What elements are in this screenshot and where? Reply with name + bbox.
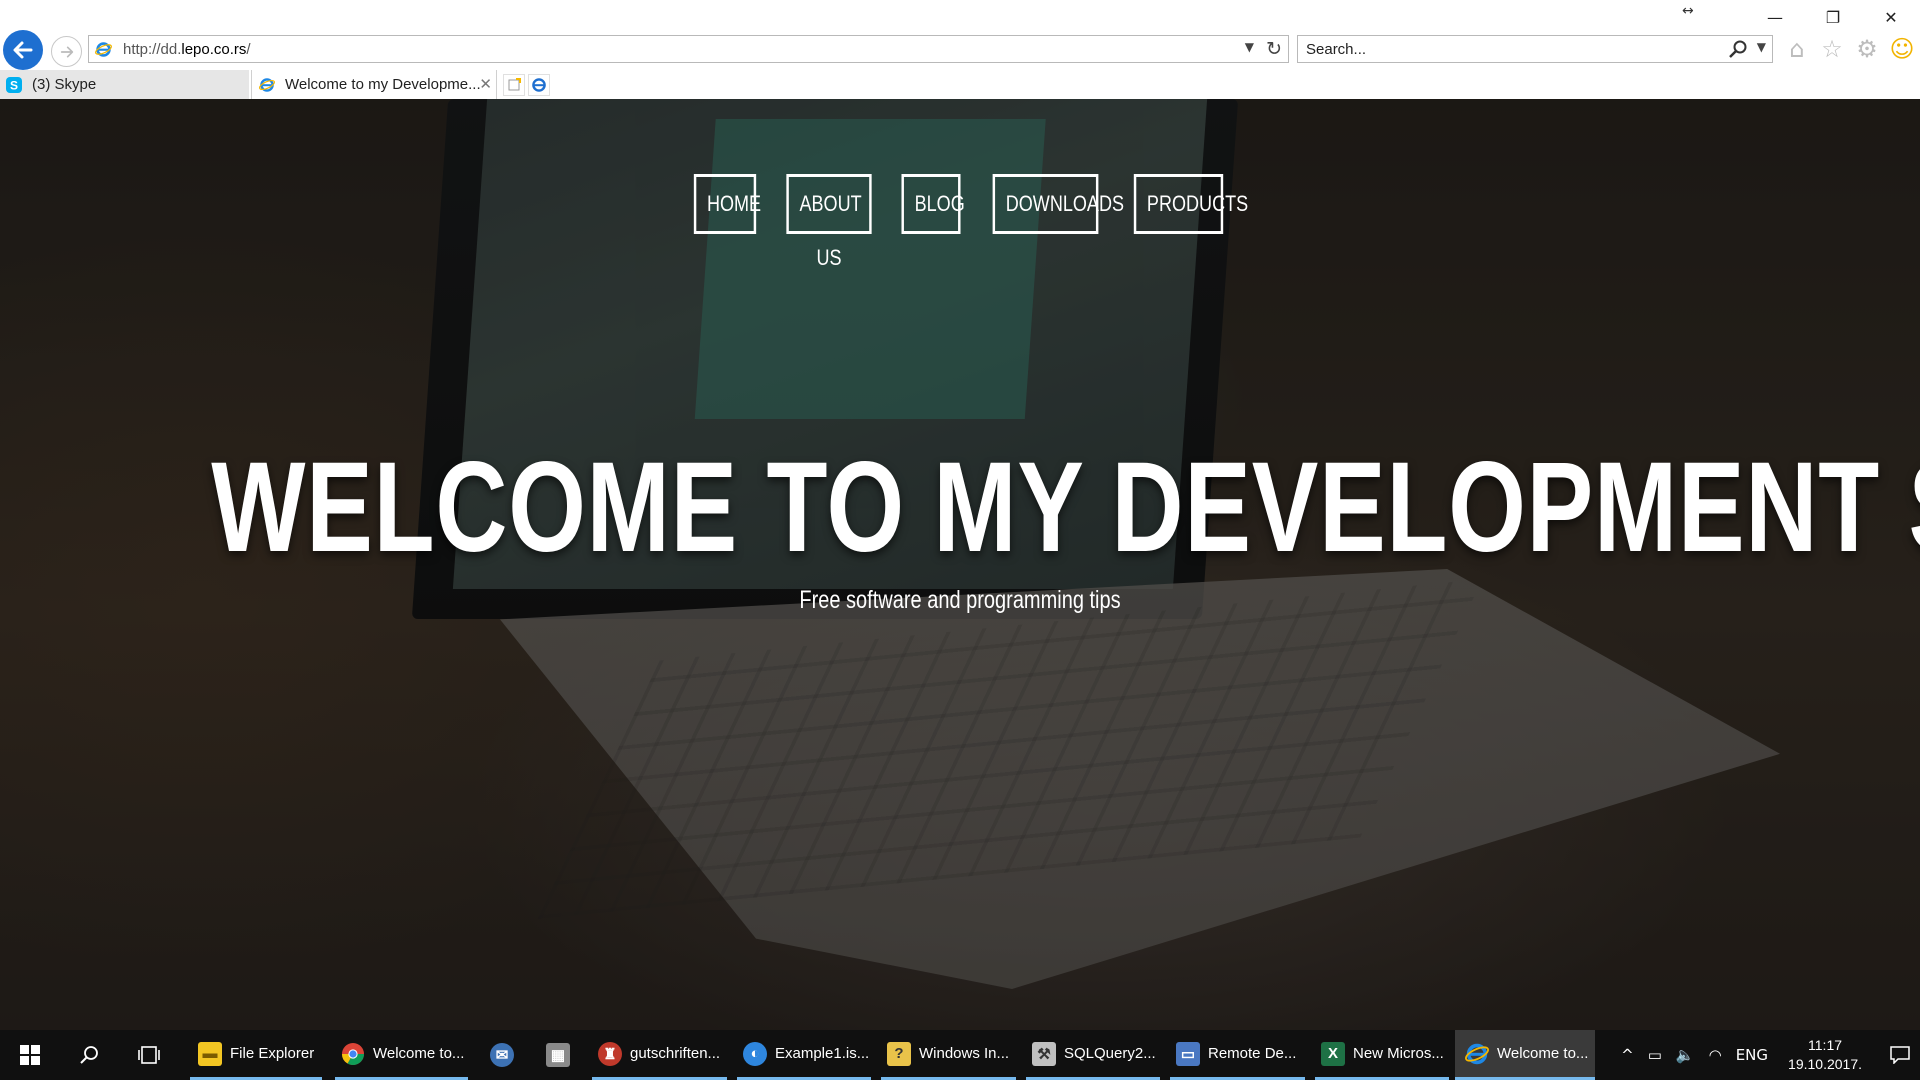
settings-gear-icon[interactable]: ⚙ xyxy=(1854,34,1880,64)
refresh-icon[interactable]: ↻ xyxy=(1266,38,1282,60)
tab-strip: S (3) Skype Welcome to my Developme... ✕ xyxy=(0,70,1920,99)
search-box[interactable]: Search... ▼ xyxy=(1297,35,1773,63)
svg-text:S: S xyxy=(10,78,18,92)
clock-time: 11:17 xyxy=(1808,1037,1843,1053)
thunderbird-icon: ✉ xyxy=(490,1043,514,1067)
taskbar-item-remote-desktop[interactable]: ▭ Remote De... xyxy=(1170,1030,1305,1080)
search-icon[interactable] xyxy=(1728,39,1748,59)
nav-home[interactable]: HOME xyxy=(693,174,761,234)
taskbar-item-innosetup[interactable]: ◐ Example1.is... xyxy=(737,1030,871,1080)
task-view-button[interactable] xyxy=(118,1030,180,1080)
search-icon xyxy=(80,1046,98,1064)
innosetup-icon: ◐ xyxy=(743,1041,767,1066)
search-dropdown-icon[interactable]: ▼ xyxy=(1757,40,1766,54)
navigation-row: http://dd.lepo.co.rs/ ▼ ↻ Search... ▼ ⌂ … xyxy=(0,30,1920,70)
folder-icon: ▬ xyxy=(198,1041,222,1066)
action-center-button[interactable] xyxy=(1880,1030,1920,1080)
taskbar-item-windows-installer[interactable]: ? Windows In... xyxy=(881,1030,1016,1080)
taskbar-item-calculator[interactable]: ▦ xyxy=(536,1030,580,1080)
feedback-smiley-icon[interactable]: ☺ xyxy=(1889,34,1915,64)
tab-skype[interactable]: S (3) Skype xyxy=(0,70,249,99)
taskbar-item-thunderbird[interactable]: ✉ xyxy=(480,1030,524,1080)
excel-icon: X xyxy=(1321,1041,1345,1066)
edge-icon xyxy=(532,78,546,92)
restore-button[interactable]: ❐ xyxy=(1804,0,1862,34)
address-url: http://dd.lepo.co.rs/ xyxy=(123,41,251,58)
ie-icon xyxy=(259,77,275,92)
search-input[interactable]: Search... xyxy=(1306,41,1366,58)
forward-button[interactable] xyxy=(51,36,82,67)
toolbar-icons: ⌂ ☆ ⚙ ☺ xyxy=(1784,34,1915,64)
resize-hint: ↔ xyxy=(1682,3,1694,19)
skype-icon: S xyxy=(6,76,22,93)
system-tray: ^ ▭ 🔈 ◠ ENG 11:17 19.10.2017. xyxy=(1607,1030,1920,1080)
address-bar[interactable]: http://dd.lepo.co.rs/ ▼ ↻ xyxy=(88,35,1289,63)
tray-chevron-icon[interactable]: ^ xyxy=(1621,1046,1634,1064)
nav-products[interactable]: PRODUCTS xyxy=(1133,174,1248,234)
taskbar-item-chrome[interactable]: Welcome to... xyxy=(335,1030,468,1080)
ie-icon xyxy=(95,42,112,57)
nav-downloads[interactable]: DOWNLOADS xyxy=(992,174,1124,234)
gladiator-icon: ♜ xyxy=(598,1041,622,1066)
sql-icon: ⚒ xyxy=(1032,1041,1056,1066)
taskbar-item-excel[interactable]: X New Micros... xyxy=(1315,1030,1449,1080)
start-button[interactable] xyxy=(0,1030,60,1080)
site-navigation: HOME ABOUT US BLOG DOWNLOADS PRODUCTS xyxy=(0,174,1920,270)
clock[interactable]: 11:17 19.10.2017. xyxy=(1788,1036,1862,1074)
notification-icon xyxy=(1890,1046,1910,1064)
nav-about-us[interactable]: ABOUT US xyxy=(786,174,872,270)
volume-icon[interactable]: 🔈 xyxy=(1676,1046,1695,1064)
ie-icon xyxy=(1465,1043,1489,1064)
new-tab-button[interactable] xyxy=(503,74,525,96)
forward-arrow-icon xyxy=(60,46,73,57)
clock-date: 19.10.2017. xyxy=(1788,1056,1862,1072)
tab-label: Welcome to my Developme... xyxy=(285,76,481,93)
taskbar-item-file-explorer[interactable]: ▬ File Explorer xyxy=(190,1030,322,1080)
tab-label: (3) Skype xyxy=(32,76,97,93)
new-tab-icon xyxy=(508,78,521,91)
window-controls: — ❐ ✕ xyxy=(1746,0,1920,34)
taskbar-item-sqlquery[interactable]: ⚒ SQLQuery2... xyxy=(1026,1030,1160,1080)
taskbar-item-gutschriften[interactable]: ♜ gutschriften... xyxy=(592,1030,727,1080)
calculator-icon: ▦ xyxy=(546,1043,570,1067)
task-view-icon xyxy=(138,1046,160,1064)
home-icon[interactable]: ⌂ xyxy=(1784,34,1810,64)
back-button[interactable] xyxy=(3,30,43,70)
web-page: HOME ABOUT US BLOG DOWNLOADS PRODUCTS WE… xyxy=(0,99,1920,1030)
windows-logo-icon xyxy=(20,1045,40,1065)
installer-icon: ? xyxy=(887,1041,911,1066)
taskbar-item-internet-explorer[interactable]: Welcome to... xyxy=(1455,1030,1595,1080)
edge-button[interactable] xyxy=(528,74,550,96)
taskbar-search-button[interactable] xyxy=(60,1030,118,1080)
address-dropdown-icon[interactable]: ▼ xyxy=(1245,40,1254,54)
tab-welcome[interactable]: Welcome to my Developme... ✕ xyxy=(251,70,497,99)
hero-title: WELCOME TO MY DEVELOPMENT SITE! xyxy=(211,436,1920,579)
nav-blog[interactable]: BLOG xyxy=(901,174,965,234)
minimize-button[interactable]: — xyxy=(1746,0,1804,34)
chrome-icon xyxy=(342,1042,364,1065)
taskbar: ▬ File Explorer Welcome to... ✉ ▦ ♜ guts… xyxy=(0,1030,1920,1080)
browser-chrome: ↔ — ❐ ✕ http://dd.lepo.co.rs/ ▼ ↻ Search… xyxy=(0,0,1920,99)
battery-icon[interactable]: ▭ xyxy=(1648,1046,1662,1064)
close-tab-icon[interactable]: ✕ xyxy=(479,75,492,93)
remote-desktop-icon: ▭ xyxy=(1176,1041,1200,1066)
favorites-star-icon[interactable]: ☆ xyxy=(1819,34,1845,64)
back-arrow-icon xyxy=(13,41,33,59)
wifi-icon[interactable]: ◠ xyxy=(1709,1046,1722,1064)
close-window-button[interactable]: ✕ xyxy=(1862,0,1920,34)
hero-subtitle: Free software and programming tips xyxy=(799,586,1121,614)
language-indicator[interactable]: ENG xyxy=(1736,1046,1768,1064)
